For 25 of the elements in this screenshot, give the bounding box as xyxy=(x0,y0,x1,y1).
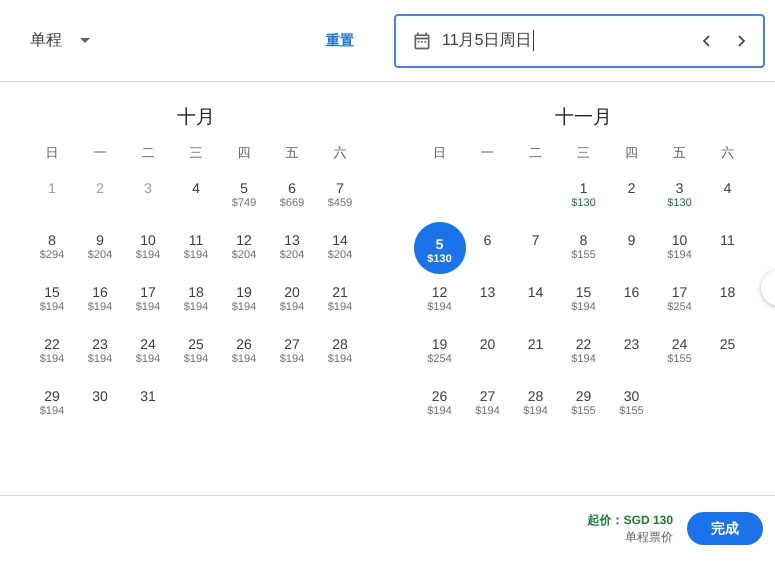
weekday-label: 三 xyxy=(188,144,204,162)
trip-type-dropdown[interactable]: 单程 xyxy=(30,26,90,55)
month-title: 十月 xyxy=(177,106,215,130)
weekday-label: 六 xyxy=(720,144,735,162)
month-title: 十一月 xyxy=(555,106,612,130)
price-note: 单程票价 xyxy=(625,528,673,546)
weekday-label: 日 xyxy=(44,144,60,162)
weekday-label: 二 xyxy=(528,144,543,162)
caret-icon xyxy=(80,38,90,43)
weekday-label: 日 xyxy=(432,144,447,162)
weekday-label: 一 xyxy=(480,144,495,162)
done-button[interactable]: 完成 xyxy=(687,512,763,545)
weekday-label: 二 xyxy=(140,144,156,162)
date-field[interactable]: 11月5日周日 xyxy=(394,14,765,68)
weekday-label: 五 xyxy=(672,144,687,162)
weekday-label: 三 xyxy=(576,144,591,162)
selected-date[interactable]: 5 $130 xyxy=(414,222,466,274)
weekday-label: 四 xyxy=(236,144,252,162)
lowest-price: 起价：SGD 130 xyxy=(588,512,673,528)
weekday-label: 一 xyxy=(92,144,108,162)
reset-link[interactable]: 重置 xyxy=(326,32,354,50)
weekday-label: 五 xyxy=(284,144,300,162)
weekday-label: 四 xyxy=(624,144,639,162)
weekday-label: 六 xyxy=(332,144,348,162)
calendar-icon xyxy=(412,30,432,50)
